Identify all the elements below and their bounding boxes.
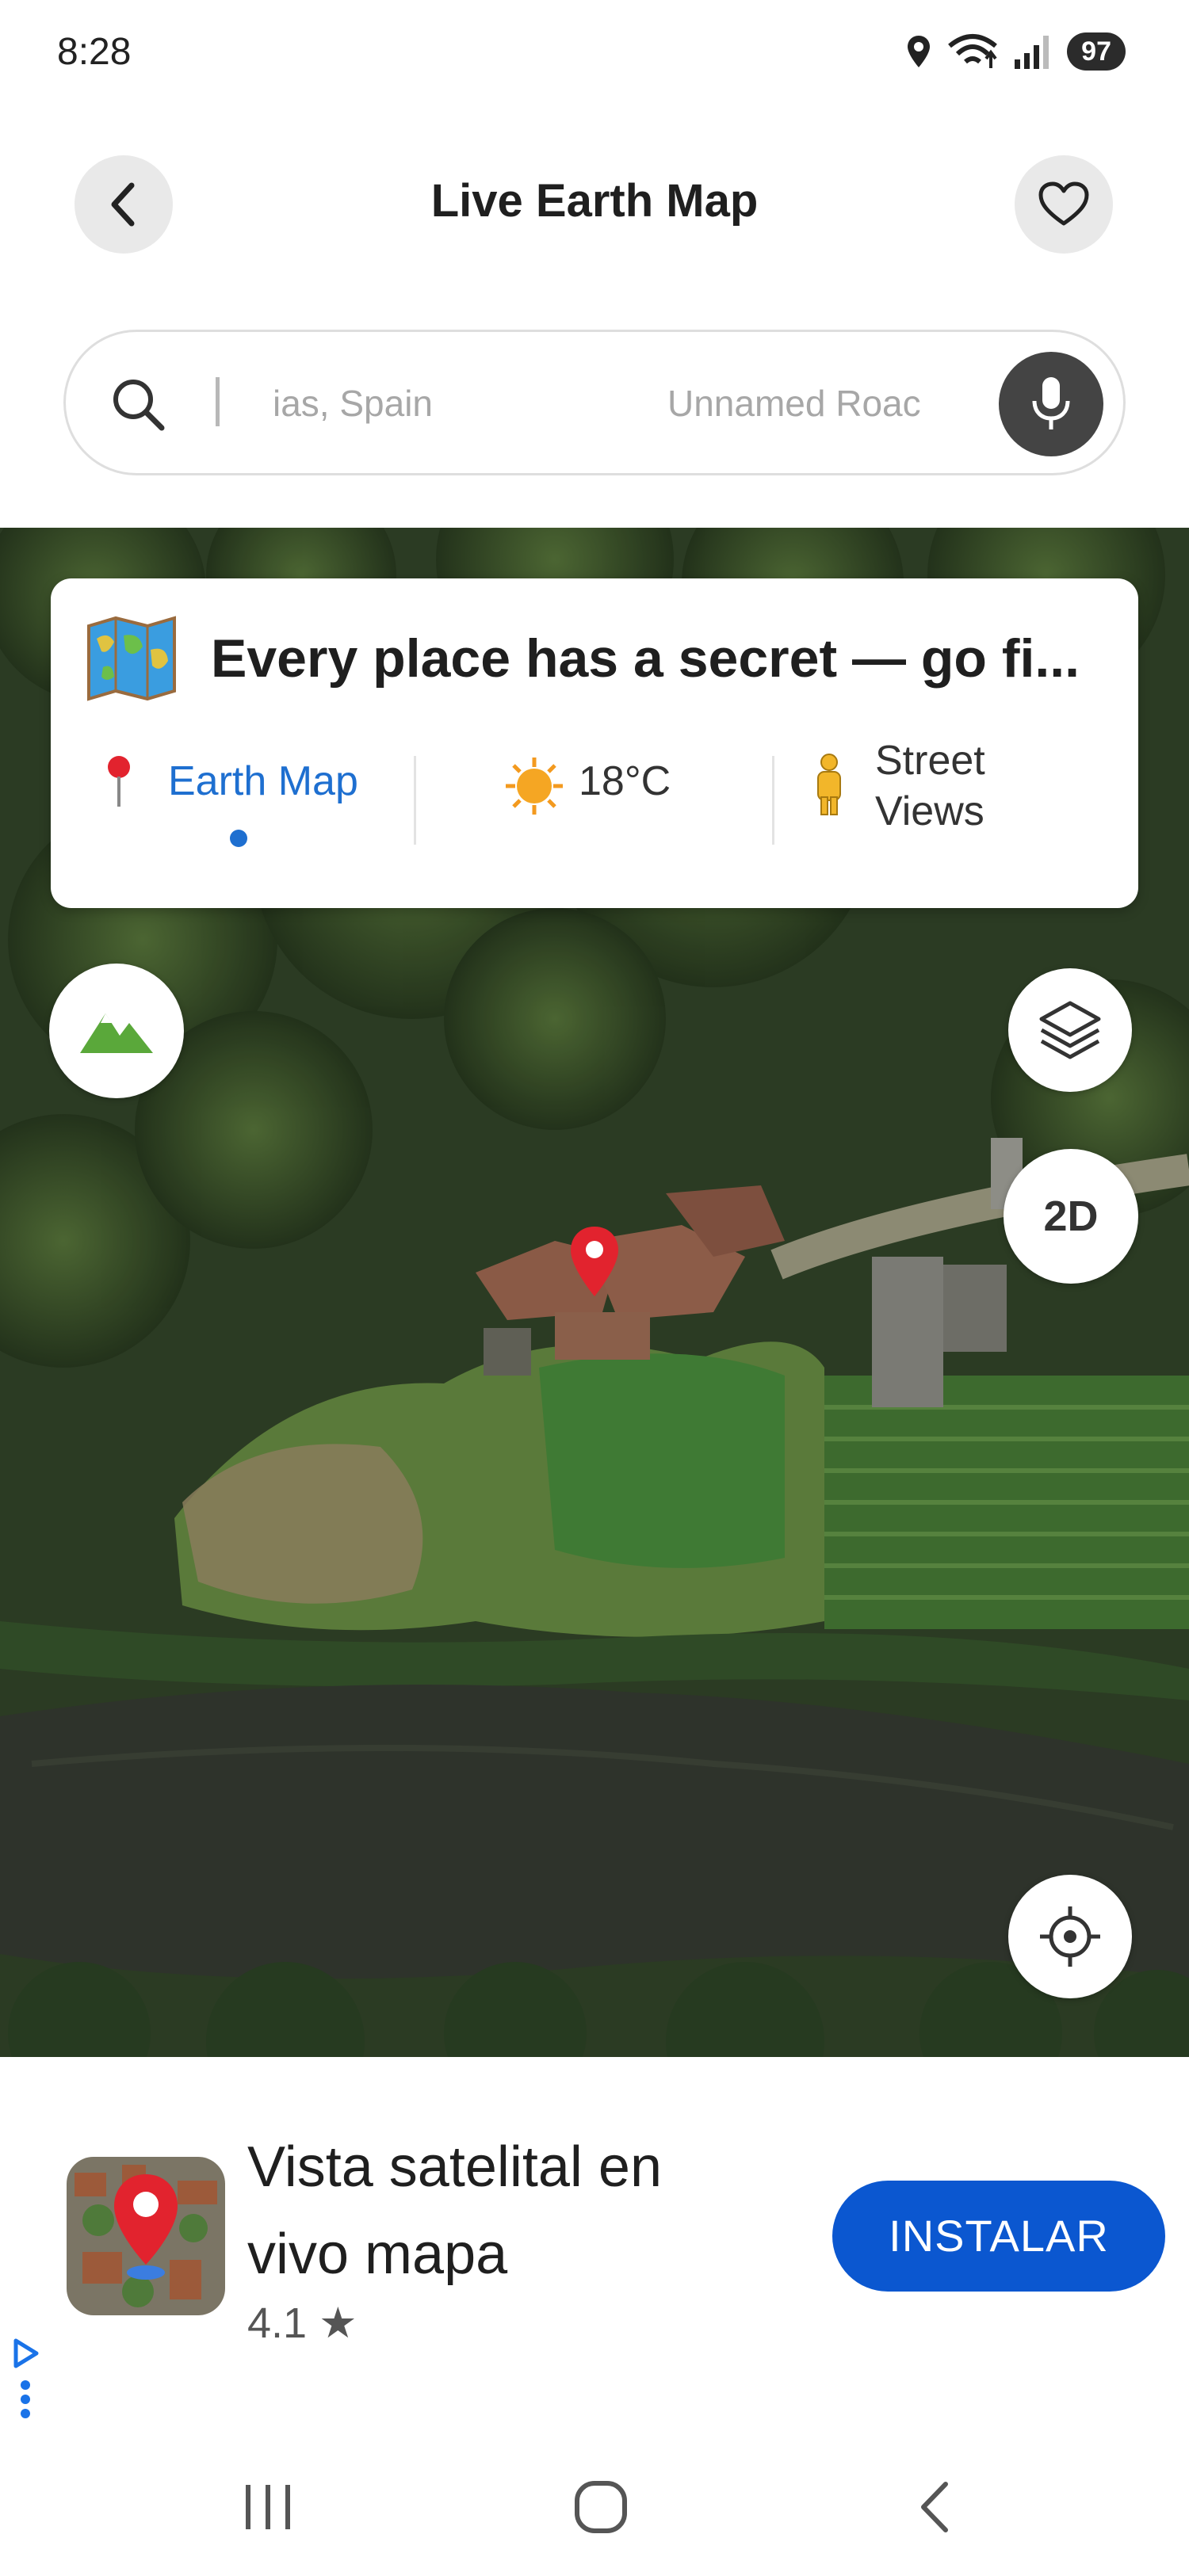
nav-back-button[interactable]: [870, 2444, 997, 2570]
location-marker-icon[interactable]: [568, 1225, 621, 1298]
tab-earth-map-label: Earth Map: [168, 758, 358, 804]
search-icon: [113, 380, 165, 431]
active-tab-indicator: [230, 830, 247, 847]
home-icon: [575, 2481, 627, 2533]
layers-button[interactable]: [1008, 968, 1132, 1092]
tab-weather-label: 18°C: [579, 758, 671, 804]
pegman-icon: [817, 754, 841, 815]
status-icons: 97: [905, 32, 1126, 71]
recent-apps-button[interactable]: [205, 2444, 331, 2570]
map-mode-toggle[interactable]: 2D: [1004, 1149, 1138, 1284]
terrain-icon: [80, 1013, 153, 1053]
tab-divider: [414, 756, 416, 845]
ad-title[interactable]: Vista satelital en vivo mapa: [247, 2124, 755, 2298]
sun-icon: [506, 758, 563, 815]
layers-icon: [1039, 1001, 1101, 1059]
mic-icon: [1032, 377, 1070, 429]
text-cursor: [216, 377, 220, 426]
wifi-icon: [948, 34, 998, 68]
home-button[interactable]: [537, 2444, 664, 2570]
battery-icon: 97: [1067, 32, 1126, 71]
signal-icon: [1015, 36, 1049, 69]
heart-icon: [1038, 181, 1089, 226]
ad-rating: 4.1 ★: [247, 2299, 357, 2347]
search-text-road[interactable]: Unnamed Roac: [667, 382, 921, 425]
crosshair-icon: [1040, 1906, 1100, 1967]
search-bar[interactable]: [63, 330, 1126, 475]
location-icon: [908, 36, 931, 67]
ad-app-icon[interactable]: [67, 2157, 225, 2315]
app-icon-image: [67, 2157, 225, 2315]
tab-divider: [772, 756, 774, 845]
tab-street-views-label: Street Views: [875, 738, 985, 834]
world-map-icon: [87, 616, 176, 701]
back-icon: [921, 2482, 948, 2532]
terrain-button[interactable]: [49, 964, 184, 1098]
recent-apps-icon: [246, 2485, 290, 2529]
my-location-button[interactable]: [1008, 1875, 1132, 1998]
page-title: Live Earth Map: [430, 175, 759, 227]
adchoices-icon[interactable]: [10, 2336, 41, 2423]
voice-search-button[interactable]: [999, 352, 1103, 456]
card-title: Every place has a secret — go fi...: [211, 628, 1080, 689]
favorite-button[interactable]: [1015, 155, 1113, 254]
status-time: 8:28: [57, 31, 132, 73]
search-text-place[interactable]: ias, Spain: [273, 382, 433, 425]
pin-icon: [108, 756, 130, 807]
install-button[interactable]: INSTALAR: [832, 2181, 1165, 2292]
